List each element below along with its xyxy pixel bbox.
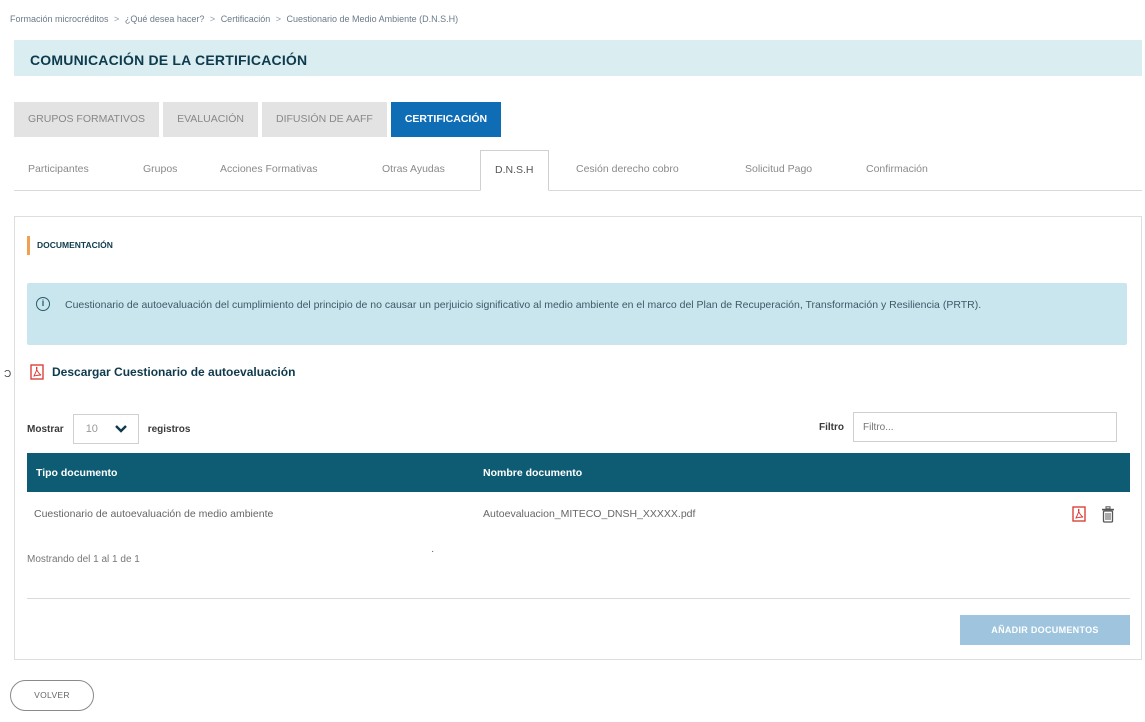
add-documents-button[interactable]: AÑADIR DOCUMENTOS <box>960 615 1130 645</box>
chevron-down-icon <box>114 425 127 433</box>
pdf-icon <box>30 364 44 380</box>
breadcrumb: Formación microcréditos > ¿Qué desea hac… <box>10 14 461 24</box>
pdf-icon[interactable] <box>1072 506 1086 522</box>
subtab-cesion-derecho-cobro[interactable]: Cesión derecho cobro <box>576 150 679 191</box>
column-header-tipo[interactable]: Tipo documento <box>27 467 483 479</box>
records-label: registros <box>147 423 191 435</box>
row-actions <box>1072 506 1115 523</box>
documents-table: Tipo documento Nombre documento Cuestion… <box>27 453 1130 536</box>
breadcrumb-item-cuestionario: Cuestionario de Medio Ambiente (D.N.S.H) <box>286 14 459 24</box>
divider <box>27 598 1130 599</box>
side-mark: Ɔ <box>4 369 12 380</box>
info-text: Cuestionario de autoevaluación del cumpl… <box>65 299 982 311</box>
subtab-confirmacion[interactable]: Confirmación <box>866 150 928 191</box>
filter-control: Filtro <box>819 412 1117 442</box>
subtab-acciones-formativas[interactable]: Acciones Formativas <box>220 150 317 191</box>
breadcrumb-item-certificacion[interactable]: Certificación <box>221 14 271 24</box>
tab-certificacion[interactable]: CERTIFICACIÓN <box>390 102 502 137</box>
breadcrumb-separator: > <box>209 14 216 24</box>
page-title-bar: COMUNICACIÓN DE LA CERTIFICACIÓN <box>14 40 1142 76</box>
tab-difusion-aaff[interactable]: DIFUSIÓN DE AAFF <box>262 102 387 137</box>
show-label: Mostrar <box>27 423 64 435</box>
filter-label: Filtro <box>819 421 844 433</box>
stray-dot: · <box>431 546 435 557</box>
page-size-select[interactable]: 10 <box>72 414 139 444</box>
breadcrumb-item-que-desea-hacer[interactable]: ¿Qué desea hacer? <box>125 14 205 24</box>
subtab-participantes[interactable]: Participantes <box>28 150 89 191</box>
tab-grupos-formativos[interactable]: GRUPOS FORMATIVOS <box>14 102 160 137</box>
download-questionnaire-link[interactable]: Descargar Cuestionario de autoevaluación <box>30 364 295 380</box>
section-title: DOCUMENTACIÓN <box>27 236 113 255</box>
breadcrumb-separator: > <box>275 14 281 24</box>
tab-evaluacion[interactable]: EVALUACIÓN <box>163 102 258 137</box>
trash-icon[interactable] <box>1101 506 1115 523</box>
main-tabs: GRUPOS FORMATIVOS EVALUACIÓN DIFUSIÓN DE… <box>14 102 502 137</box>
back-button[interactable]: VOLVER <box>10 680 94 711</box>
page-size-value: 10 <box>85 423 98 435</box>
breadcrumb-item-formacion[interactable]: Formación microcréditos <box>10 14 109 24</box>
column-header-nombre[interactable]: Nombre documento <box>483 467 582 479</box>
subtab-solicitud-pago[interactable]: Solicitud Pago <box>745 150 812 191</box>
breadcrumb-separator: > <box>114 14 120 24</box>
info-alert: i Cuestionario de autoevaluación del cum… <box>27 283 1127 345</box>
page-size-control: Mostrar 10 registros <box>27 414 190 444</box>
cell-nombre-documento: Autoevaluacion_MITECO_DNSH_XXXXX.pdf <box>483 508 696 520</box>
table-info: Mostrando del 1 al 1 de 1 <box>27 554 140 565</box>
subtab-dnsh[interactable]: D.N.S.H <box>480 150 549 191</box>
filter-input[interactable] <box>853 412 1117 442</box>
page-title: COMUNICACIÓN DE LA CERTIFICACIÓN <box>30 52 308 68</box>
table-header: Tipo documento Nombre documento <box>27 453 1130 492</box>
download-label: Descargar Cuestionario de autoevaluación <box>52 365 296 379</box>
subtab-grupos[interactable]: Grupos <box>143 150 177 191</box>
table-row: Cuestionario de autoevaluación de medio … <box>27 492 1130 536</box>
cell-tipo-documento: Cuestionario de autoevaluación de medio … <box>34 508 274 520</box>
info-circle-icon: i <box>36 297 50 311</box>
sub-tabs: Participantes Grupos Acciones Formativas… <box>14 150 1142 191</box>
subtab-otras-ayudas[interactable]: Otras Ayudas <box>382 150 445 191</box>
